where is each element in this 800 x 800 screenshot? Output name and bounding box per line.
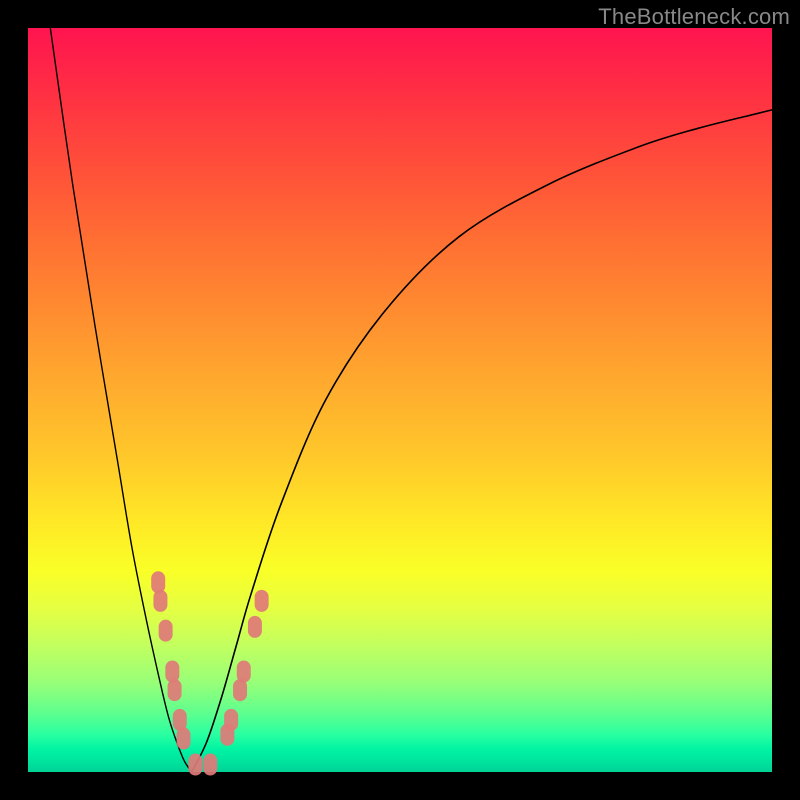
data-marker	[255, 590, 269, 612]
marker-group	[151, 571, 268, 775]
data-marker	[153, 590, 167, 612]
data-marker	[151, 571, 165, 593]
plot-area	[28, 28, 772, 772]
data-marker	[203, 754, 217, 776]
right-branch-curve	[192, 110, 772, 772]
chart-frame: TheBottleneck.com	[0, 0, 800, 800]
data-marker	[248, 616, 262, 638]
data-marker	[177, 728, 191, 750]
data-marker	[237, 661, 251, 683]
watermark-text: TheBottleneck.com	[598, 4, 790, 30]
data-marker	[173, 709, 187, 731]
chart-svg	[28, 28, 772, 772]
data-marker	[159, 620, 173, 642]
data-marker	[224, 709, 238, 731]
data-marker	[233, 679, 247, 701]
data-marker	[188, 754, 202, 776]
left-branch-curve	[50, 28, 191, 772]
data-marker	[168, 679, 182, 701]
data-marker	[165, 661, 179, 683]
